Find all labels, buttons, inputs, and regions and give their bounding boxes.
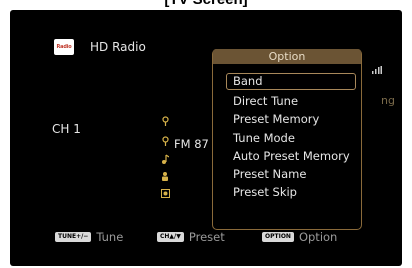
option-popup-title: Option [213, 49, 361, 64]
option-menu: Band Direct Tune Preset Memory Tune Mode… [226, 73, 356, 202]
antenna-icon [160, 136, 170, 146]
legend-option: OPTION Option [262, 230, 337, 244]
menu-item-preset-memory[interactable]: Preset Memory [226, 110, 356, 128]
channel-key-badge: CH▲/▼ [157, 232, 184, 242]
legend-preset: CH▲/▼ Preset [157, 230, 225, 244]
person-icon [160, 171, 170, 181]
option-key-badge: OPTION [262, 232, 294, 242]
channel-label: CH 1 [52, 122, 81, 136]
source-name: HD Radio [90, 40, 146, 54]
option-popup: Option Band Direct Tune Preset Memory Tu… [212, 49, 362, 230]
legend-label: Preset [188, 230, 225, 244]
menu-item-auto-preset-memory[interactable]: Auto Preset Memory [226, 147, 356, 165]
antenna-icon [160, 116, 170, 126]
album-art-icon [160, 188, 170, 198]
signal-strength-icon [372, 66, 382, 74]
menu-item-preset-skip[interactable]: Preset Skip [226, 183, 356, 201]
menu-item-direct-tune[interactable]: Direct Tune [226, 92, 356, 110]
legend-label: Tune [96, 230, 124, 244]
frequency-text: FM 87 [174, 137, 209, 151]
tune-key-badge: TUNE+/− [55, 232, 92, 242]
menu-item-tune-mode[interactable]: Tune Mode [226, 129, 356, 147]
status-text-fragment: ng [381, 94, 395, 107]
hd-radio-logo-text: Radio [56, 44, 72, 50]
legend-label: Option [298, 230, 338, 244]
menu-item-band[interactable]: Band [226, 73, 356, 90]
hd-radio-logo: Radio [54, 39, 74, 55]
screen-caption: [TV Screen] [0, 0, 412, 9]
tv-screen: Radio HD Radio ng CH 1 FM 87 Option Band… [10, 10, 402, 266]
music-note-icon [160, 154, 170, 164]
menu-item-preset-name[interactable]: Preset Name [226, 165, 356, 183]
legend-tune: TUNE+/− Tune [55, 230, 123, 244]
